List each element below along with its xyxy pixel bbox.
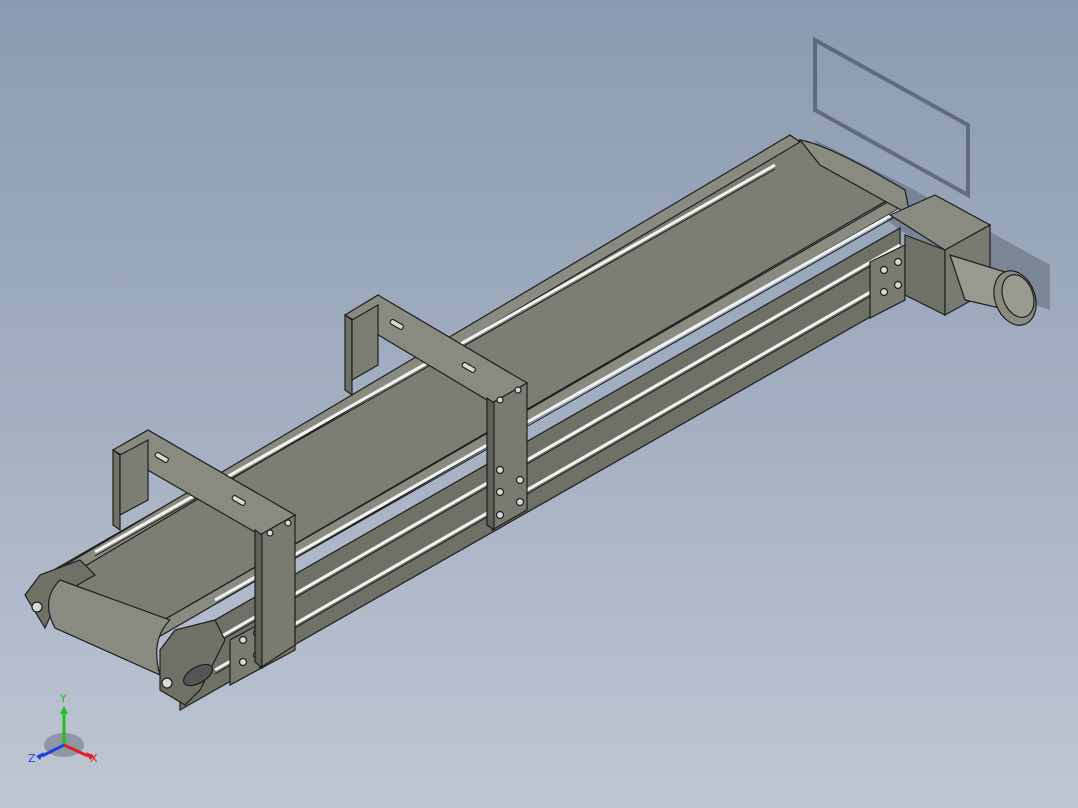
conveyor-frame[interactable] (39, 134, 907, 712)
conveyor-3d-model[interactable] (0, 0, 1078, 808)
coordinate-triad[interactable]: Y X Z (24, 690, 108, 774)
cad-viewport[interactable]: Y X Z (0, 0, 1078, 808)
x-axis-label: X (90, 752, 98, 765)
z-axis-label: Z (28, 752, 36, 765)
y-axis-label: Y (59, 692, 67, 705)
y-axis-arrow (60, 706, 68, 714)
